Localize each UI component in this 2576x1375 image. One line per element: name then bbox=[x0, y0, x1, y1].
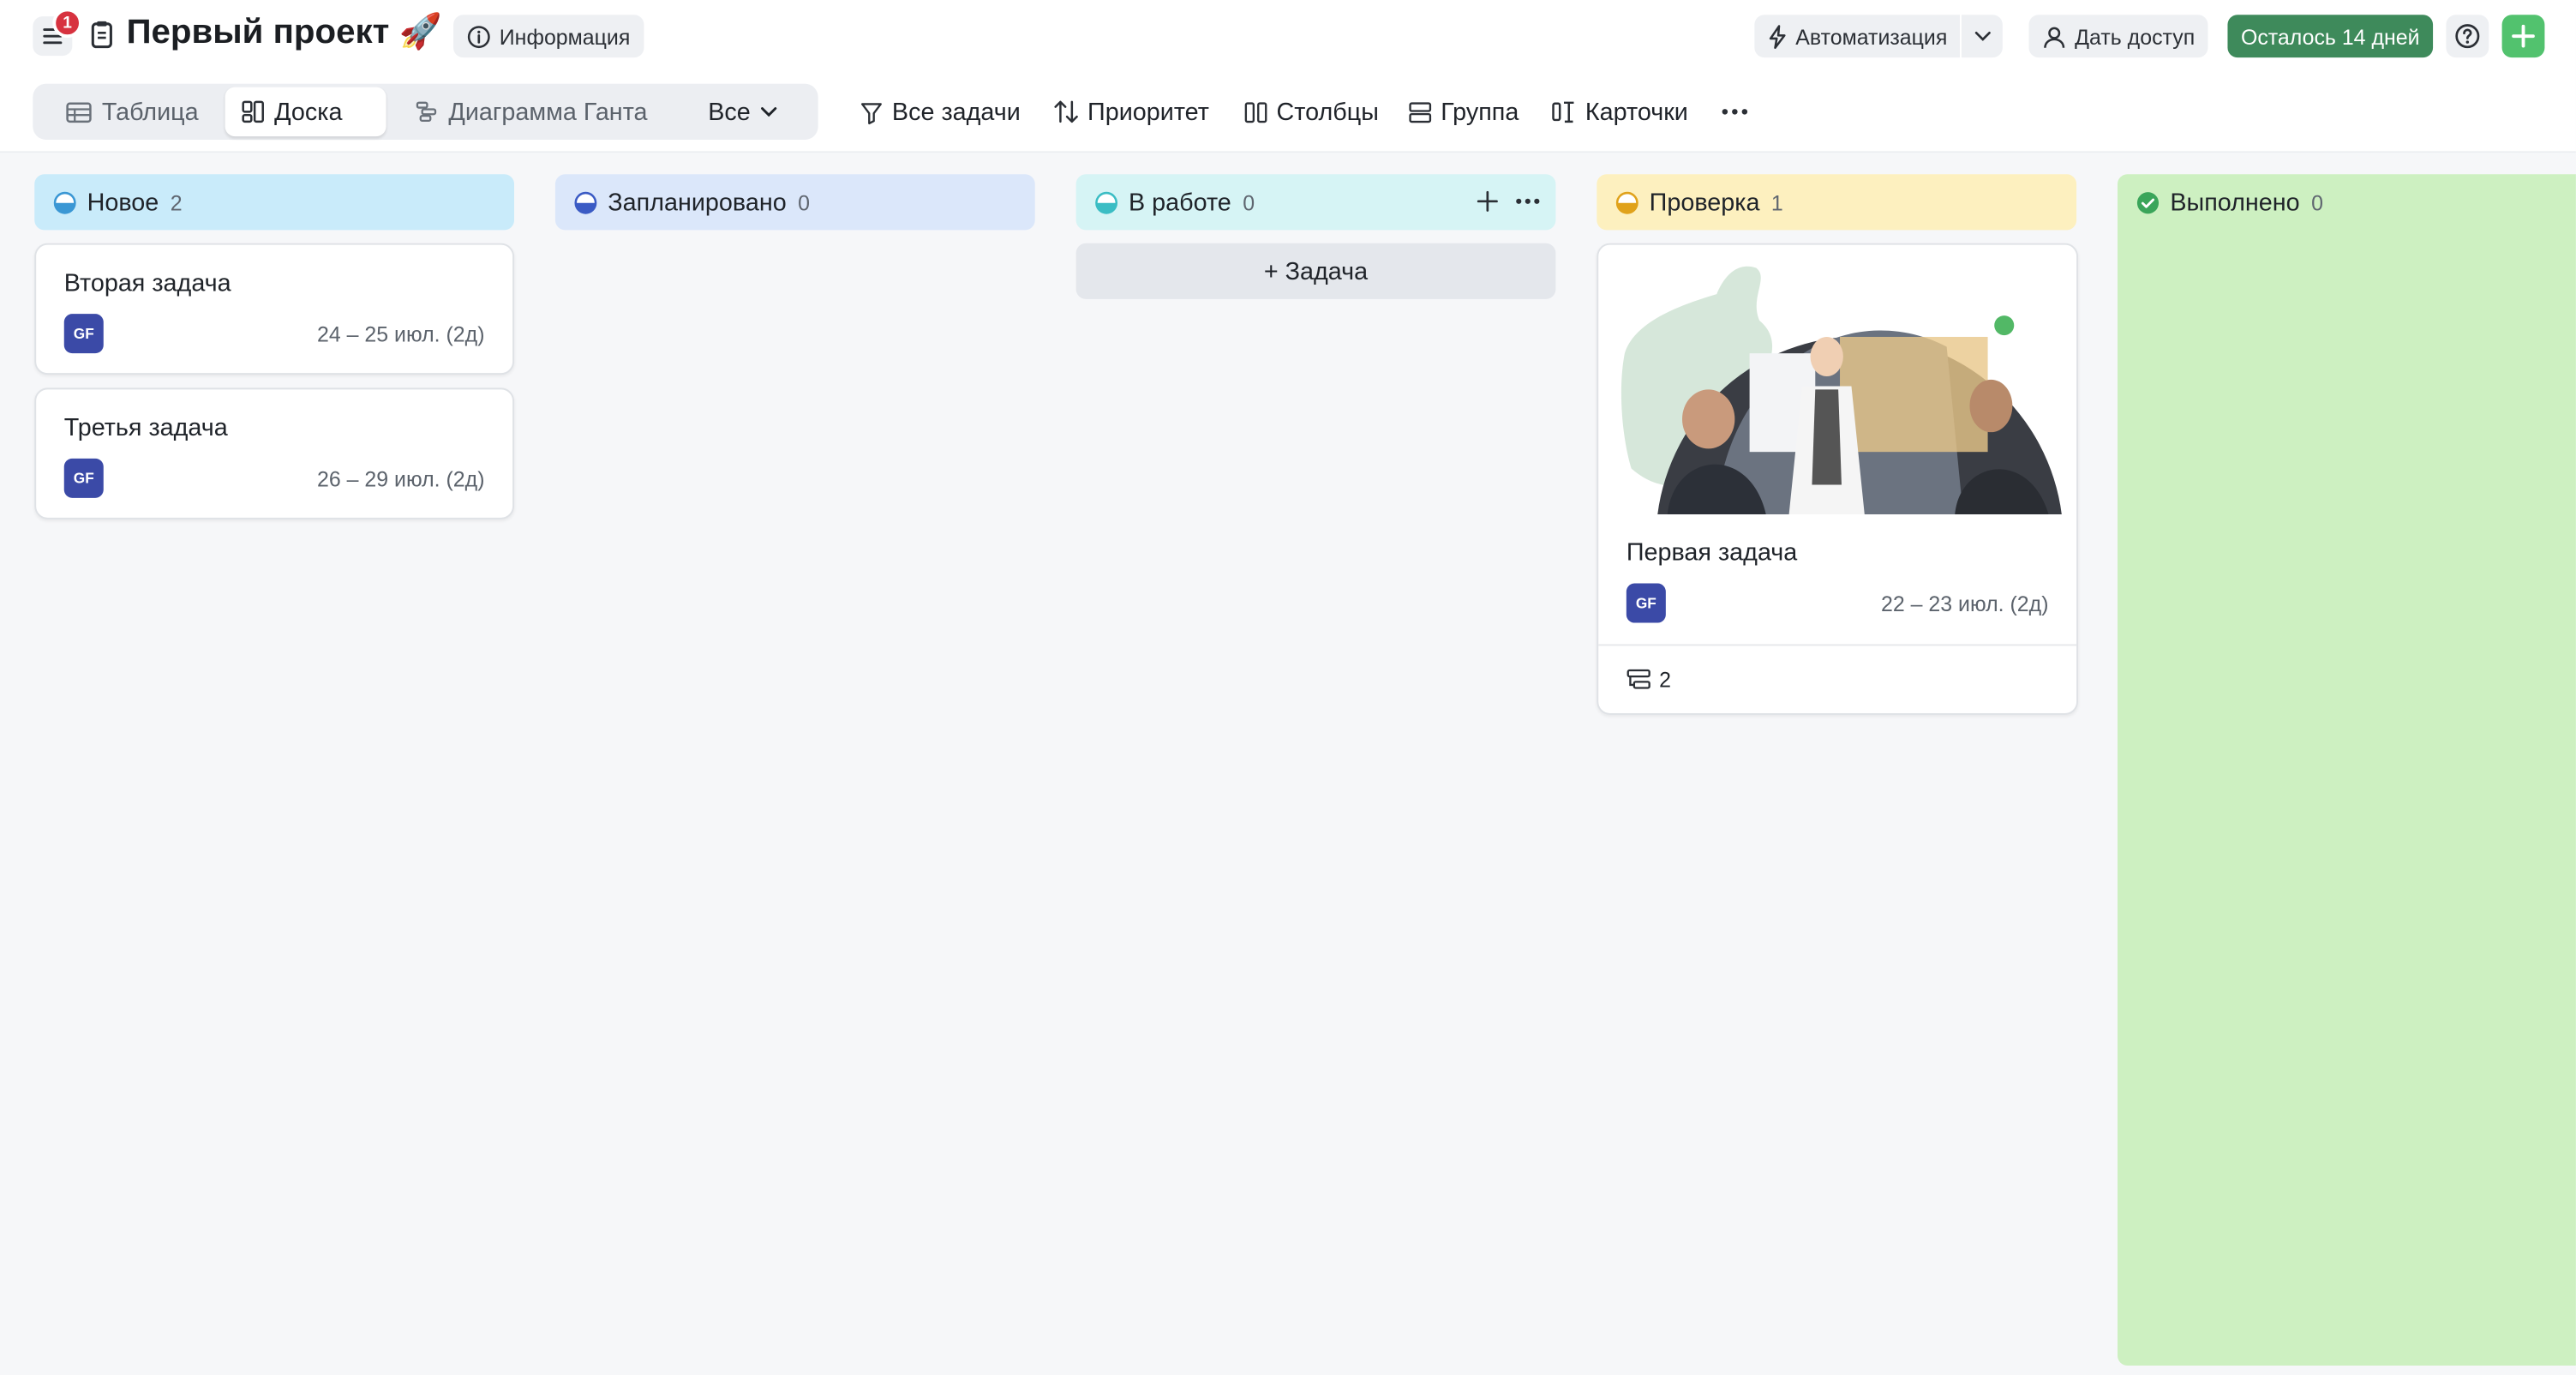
group-button[interactable]: Группа bbox=[1408, 95, 1519, 128]
status-half-icon bbox=[53, 190, 76, 213]
column-done-area bbox=[2118, 174, 2576, 1366]
help-button[interactable] bbox=[2446, 15, 2489, 58]
task-dates: 22 – 23 июл. (2д) bbox=[1880, 591, 2049, 616]
automation-button[interactable]: Автоматизация bbox=[1754, 15, 1961, 58]
column-count: 0 bbox=[798, 189, 811, 215]
clipboard-icon bbox=[91, 21, 112, 49]
columns-icon bbox=[1244, 101, 1267, 123]
column-header-new[interactable]: Новое 2 bbox=[34, 174, 515, 231]
column-count: 0 bbox=[1243, 189, 1255, 215]
chevron-down-icon bbox=[1974, 31, 1991, 41]
column-title: Новое bbox=[87, 188, 159, 217]
column-title: Выполнено bbox=[2170, 188, 2300, 217]
view-switcher: Таблица Доска Диаграмма Ганта Все bbox=[33, 83, 818, 140]
column-title: В работе bbox=[1128, 188, 1231, 217]
task-card[interactable]: Третья задача GF 26 – 29 июл. (2д) bbox=[34, 387, 515, 519]
more-horizontal-icon bbox=[1722, 109, 1748, 115]
status-half-icon bbox=[574, 190, 597, 213]
more-options-button[interactable] bbox=[1720, 95, 1750, 128]
column-title: Проверка bbox=[1649, 188, 1760, 217]
table-icon bbox=[66, 101, 92, 123]
subtasks-indicator[interactable]: 2 bbox=[1626, 667, 1671, 692]
column-header-review[interactable]: Проверка 1 bbox=[1597, 174, 2077, 231]
tab-table-label: Таблица bbox=[101, 98, 199, 126]
info-label: Информация bbox=[499, 23, 631, 49]
tab-board-label: Доска bbox=[274, 98, 343, 126]
avatar[interactable]: GF bbox=[63, 314, 104, 354]
tab-board[interactable]: Доска bbox=[225, 87, 386, 137]
group-icon bbox=[1409, 101, 1432, 123]
trial-button[interactable]: Осталось 14 дней bbox=[2227, 15, 2434, 58]
notification-badge: 1 bbox=[52, 8, 82, 39]
automation-group: Автоматизация bbox=[1754, 15, 2004, 58]
priority-label: Приоритет bbox=[1087, 98, 1209, 126]
sort-icon bbox=[1054, 100, 1078, 123]
view-filter-select[interactable]: Все bbox=[692, 87, 794, 137]
column-header-planned[interactable]: Запланировано 0 bbox=[554, 174, 1035, 231]
cards-button[interactable]: Карточки bbox=[1551, 95, 1688, 128]
column-title: Запланировано bbox=[608, 188, 787, 217]
task-title: Первая задача bbox=[1626, 538, 1798, 567]
info-button[interactable]: Информация bbox=[453, 15, 644, 58]
tab-gantt-label: Диаграмма Ганта bbox=[448, 98, 648, 126]
tab-gantt[interactable]: Диаграмма Ганта bbox=[399, 87, 664, 137]
column-count: 1 bbox=[1770, 189, 1783, 215]
lightning-icon bbox=[1769, 24, 1786, 49]
gantt-icon bbox=[416, 101, 437, 123]
share-button[interactable]: Дать доступ bbox=[2028, 15, 2208, 58]
all-tasks-filter[interactable]: Все задачи bbox=[860, 95, 1021, 128]
column-header-done[interactable]: Выполнено 0 bbox=[2118, 174, 2576, 230]
column-header-in-progress[interactable]: В работе 0 bbox=[1075, 174, 1556, 231]
share-label: Дать доступ bbox=[2075, 23, 2196, 49]
card-cover-image bbox=[1618, 255, 2068, 518]
question-icon bbox=[2455, 24, 2480, 49]
columns-label: Столбцы bbox=[1276, 98, 1379, 126]
user-icon bbox=[2044, 26, 2065, 47]
status-half-icon bbox=[1615, 190, 1638, 213]
plus-icon[interactable] bbox=[1477, 190, 1498, 212]
card-settings-icon bbox=[1552, 101, 1574, 123]
automation-label: Автоматизация bbox=[1795, 23, 1948, 49]
view-filter-label: Все bbox=[708, 98, 751, 126]
task-card[interactable]: Вторая задача GF 24 – 25 июл. (2д) bbox=[34, 243, 515, 375]
divider bbox=[1598, 644, 2077, 646]
info-icon bbox=[467, 25, 490, 48]
subtasks-count: 2 bbox=[1659, 667, 1672, 693]
task-title: Третья задача bbox=[63, 414, 228, 442]
avatar[interactable]: GF bbox=[63, 458, 104, 498]
top-bar: 1 Первый проект 🚀 Информация Автоматизац… bbox=[0, 0, 2576, 153]
all-tasks-label: Все задачи bbox=[891, 98, 1021, 126]
task-dates: 26 – 29 июл. (2д) bbox=[316, 466, 485, 492]
plus-icon bbox=[2512, 24, 2535, 48]
tab-table[interactable]: Таблица bbox=[50, 87, 215, 137]
add-task-button[interactable]: + Задача bbox=[1075, 243, 1556, 299]
task-title: Вторая задача bbox=[63, 269, 231, 297]
task-card[interactable]: Первая задача GF 22 – 23 июл. (2д) 2 bbox=[1597, 243, 2079, 715]
chevron-down-icon bbox=[760, 107, 776, 117]
group-label: Группа bbox=[1441, 98, 1519, 126]
page-title: Первый проект 🚀 bbox=[126, 13, 442, 51]
cards-label: Карточки bbox=[1585, 98, 1688, 126]
priority-sort[interactable]: Приоритет bbox=[1053, 95, 1209, 128]
automation-dropdown-button[interactable] bbox=[1962, 15, 2004, 58]
avatar[interactable]: GF bbox=[1626, 583, 1666, 623]
task-dates: 24 – 25 июл. (2д) bbox=[316, 321, 485, 347]
check-circle-icon bbox=[2136, 191, 2160, 213]
status-half-icon bbox=[1095, 190, 1118, 213]
columns-button[interactable]: Столбцы bbox=[1243, 95, 1379, 128]
column-count: 2 bbox=[170, 189, 183, 215]
more-horizontal-icon[interactable] bbox=[1514, 197, 1541, 206]
filter-icon bbox=[861, 102, 882, 124]
create-button[interactable] bbox=[2501, 15, 2545, 58]
column-count: 0 bbox=[2311, 189, 2323, 215]
board-icon bbox=[242, 100, 264, 123]
subtasks-icon bbox=[1626, 669, 1650, 689]
